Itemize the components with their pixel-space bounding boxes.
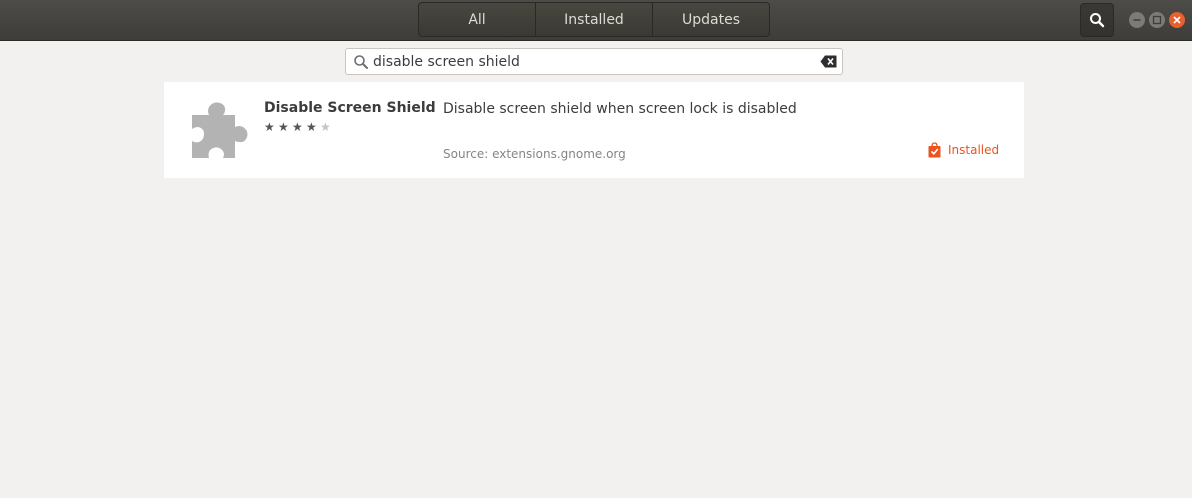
app-source: Source: extensions.gnome.org [443,147,626,161]
tab-all[interactable]: All [419,3,536,36]
puzzle-piece-icon [192,102,248,158]
star-icon: ★ [306,120,317,134]
maximize-icon [1152,15,1162,25]
minimize-icon [1133,19,1141,21]
star-icon: ★ [264,120,275,134]
shopping-bag-check-icon [928,142,941,158]
search-icon [354,55,368,69]
close-button[interactable] [1169,12,1185,28]
minimize-button[interactable] [1129,12,1145,28]
search-input[interactable] [373,52,813,72]
star-empty-icon: ★ [320,120,331,134]
star-icon: ★ [278,120,289,134]
maximize-button[interactable] [1149,12,1165,28]
search-result-row[interactable]: Disable Screen Shield ★ ★ ★ ★ ★ Disable … [164,82,1024,178]
tab-installed[interactable]: Installed [536,3,653,36]
installed-label: Installed [948,143,1000,157]
view-switcher: All Installed Updates [418,2,770,37]
star-icon: ★ [292,120,303,134]
close-icon [1173,16,1181,24]
app-summary: Disable screen shield when screen lock i… [443,101,797,117]
search-icon [1090,13,1105,28]
search-field[interactable] [345,48,843,75]
tab-updates[interactable]: Updates [653,3,769,36]
app-name: Disable Screen Shield [264,100,436,116]
installed-status: Installed [928,142,999,158]
star-rating: ★ ★ ★ ★ ★ [264,120,334,134]
clear-icon[interactable] [820,55,837,68]
header-bar: All Installed Updates [0,0,1192,41]
search-toggle-button[interactable] [1080,3,1114,37]
